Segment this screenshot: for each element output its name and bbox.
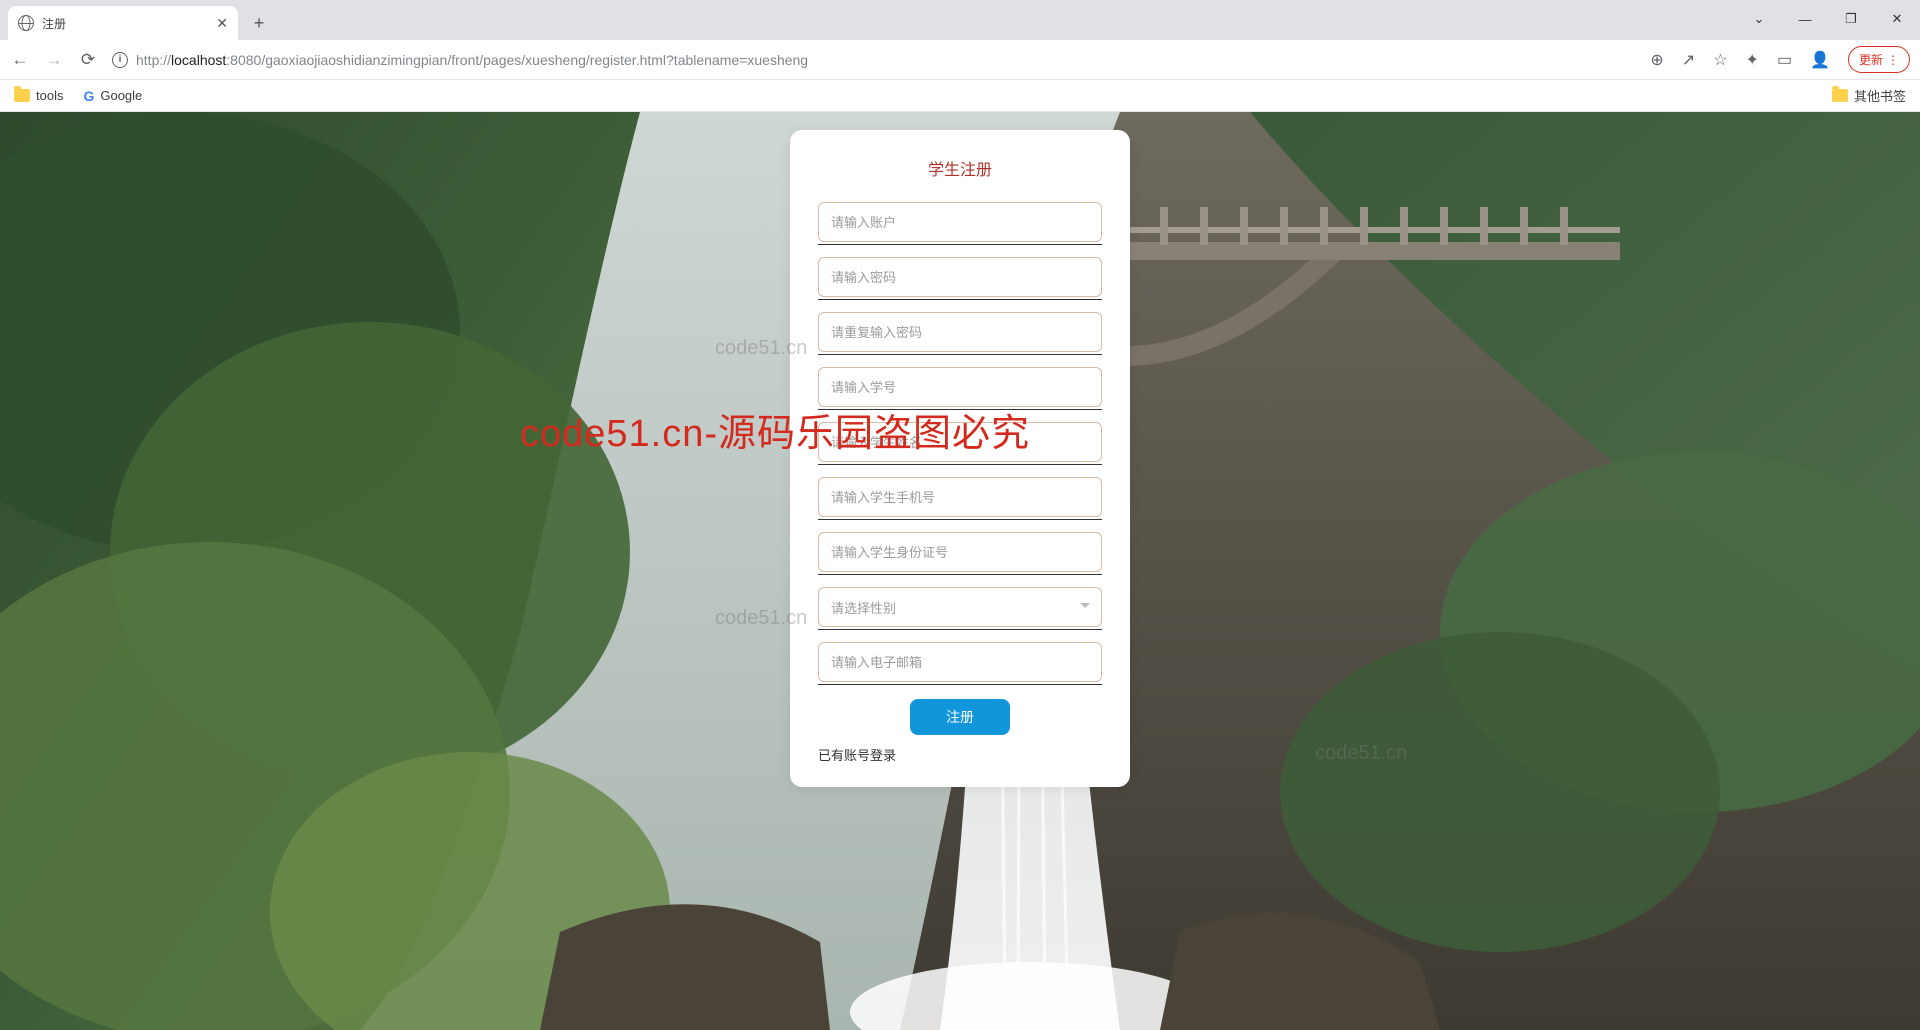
minimize-button[interactable]: — (1782, 12, 1828, 27)
account-input[interactable] (818, 202, 1102, 242)
url-scheme: http:// (136, 52, 171, 68)
url-field[interactable]: i http://localhost:8080/gaoxiaojiaoshidi… (112, 52, 1636, 68)
gender-placeholder: 请选择性别 (831, 598, 896, 617)
register-card: 学生注册 请选择性别 注册 已有账号登录 (790, 130, 1130, 787)
window-controls: ⌄ — ❐ ✕ (1736, 2, 1920, 36)
folder-icon (1832, 89, 1848, 102)
close-window-button[interactable]: ✕ (1874, 11, 1920, 27)
google-icon: G (83, 88, 94, 104)
tab-chevron-icon[interactable]: ⌄ (1736, 11, 1782, 27)
form-title: 学生注册 (818, 156, 1102, 180)
bookmark-tools[interactable]: tools (14, 88, 63, 103)
url-host: localhost (171, 52, 226, 68)
update-button[interactable]: 更新 ⋮ (1848, 46, 1910, 73)
browser-tab[interactable]: 注册 ✕ (8, 6, 238, 40)
bookmarks-bar: tools G Google 其他书签 (0, 80, 1920, 112)
bookmark-label: tools (36, 88, 63, 103)
register-button[interactable]: 注册 (910, 699, 1010, 735)
update-label: 更新 (1859, 51, 1883, 68)
browser-chrome: 注册 ✕ + ⌄ — ❐ ✕ ← → ⟳ i http://localhost:… (0, 0, 1920, 112)
student-name-input[interactable] (818, 422, 1102, 462)
phone-input[interactable] (818, 477, 1102, 517)
menu-icon: ⋮ (1887, 53, 1899, 67)
url-path: :8080/gaoxiaojiaoshidianzimingpian/front… (226, 52, 808, 68)
zoom-icon[interactable]: ⊕ (1650, 50, 1663, 70)
tab-close-icon[interactable]: ✕ (216, 15, 228, 32)
address-bar: ← → ⟳ i http://localhost:8080/gaoxiaojia… (0, 40, 1920, 80)
student-no-input[interactable] (818, 367, 1102, 407)
back-button[interactable]: ← (10, 50, 30, 70)
password-input[interactable] (818, 257, 1102, 297)
bookmark-label: 其他书签 (1854, 86, 1906, 105)
login-link[interactable]: 已有账号登录 (818, 748, 896, 763)
site-info-icon[interactable]: i (112, 52, 128, 68)
page-viewport: code51.cn code51.cn code51.cn code51.cn … (0, 112, 1920, 1030)
email-input[interactable] (818, 642, 1102, 682)
new-tab-button[interactable]: + (244, 8, 274, 38)
globe-icon (18, 15, 34, 31)
bookmark-label: Google (100, 88, 142, 103)
chevron-down-icon (1080, 603, 1090, 608)
password-confirm-input[interactable] (818, 312, 1102, 352)
extensions-icon[interactable]: ✦ (1746, 50, 1759, 70)
share-icon[interactable]: ↗ (1682, 50, 1695, 70)
tab-bar: 注册 ✕ + ⌄ — ❐ ✕ (0, 0, 1920, 40)
toolbar-actions: ⊕ ↗ ☆ ✦ ▭ 👤 更新 ⋮ (1650, 46, 1910, 73)
bookmark-star-icon[interactable]: ☆ (1713, 50, 1727, 70)
folder-icon (14, 89, 30, 102)
id-card-input[interactable] (818, 532, 1102, 572)
bookmark-google[interactable]: G Google (83, 88, 142, 104)
side-panel-icon[interactable]: ▭ (1777, 50, 1792, 70)
tab-title: 注册 (42, 15, 66, 32)
maximize-button[interactable]: ❐ (1828, 11, 1874, 27)
forward-button[interactable]: → (44, 50, 64, 70)
gender-select[interactable]: 请选择性别 (818, 587, 1102, 630)
reload-button[interactable]: ⟳ (78, 50, 98, 70)
bookmark-other[interactable]: 其他书签 (1832, 86, 1906, 105)
profile-icon[interactable]: 👤 (1810, 50, 1830, 70)
